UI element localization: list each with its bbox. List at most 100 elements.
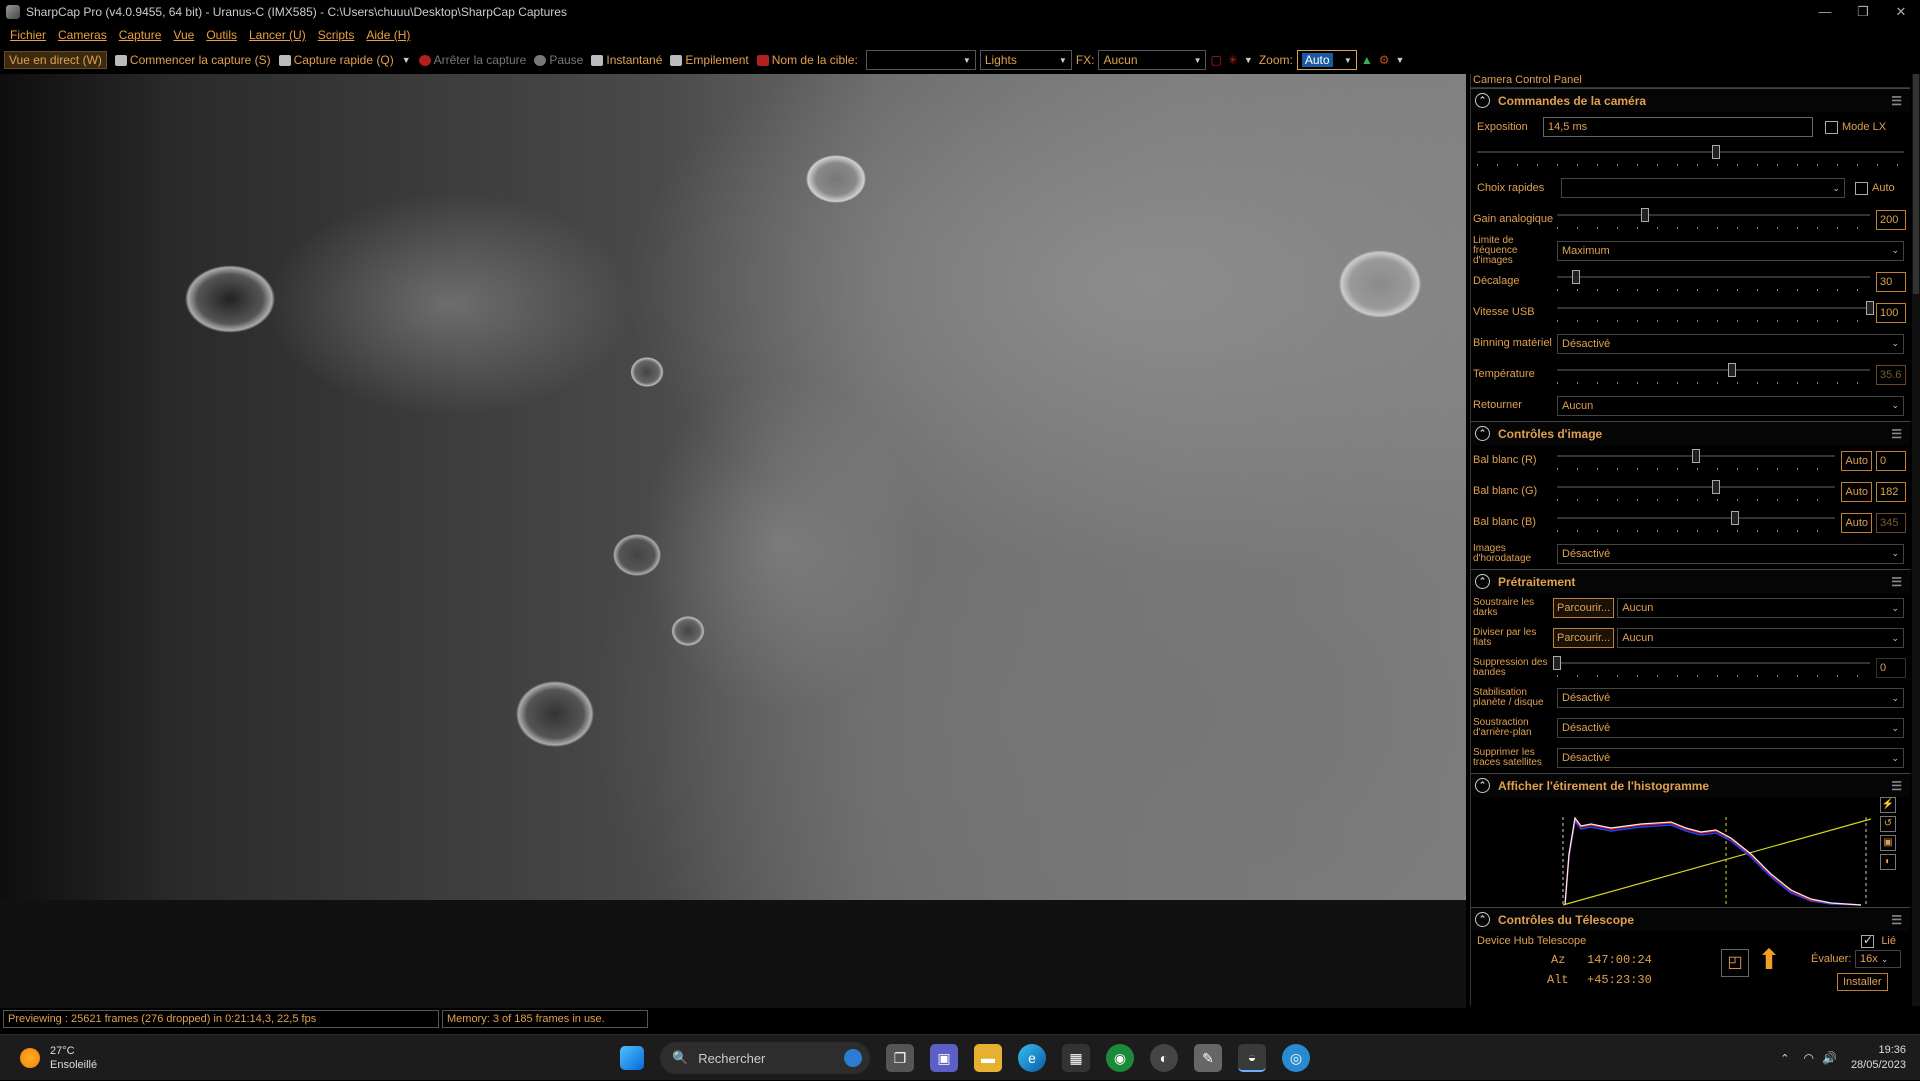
browse-flats-button[interactable]: Parcourir... — [1553, 628, 1615, 648]
hamburger-menu-icon[interactable]: ☰ — [1891, 94, 1902, 108]
fps-limit-select[interactable]: Maximum ⌄ — [1557, 240, 1904, 261]
collapse-chevron-icon[interactable]: ⌃ — [1475, 426, 1490, 441]
task-view-icon[interactable]: ❐ — [886, 1044, 914, 1072]
close-button[interactable]: ✕ — [1882, 0, 1920, 23]
microsoft-store-icon[interactable]: ▦ — [1062, 1044, 1090, 1072]
histogram-icon[interactable]: ▲ — [1361, 53, 1373, 67]
menu-cameras[interactable]: Cameras — [58, 28, 107, 42]
wb-red-value[interactable]: 0 — [1876, 450, 1906, 471]
maximize-button[interactable]: ❐ — [1844, 0, 1882, 23]
snapshot-button[interactable]: Instantané — [591, 53, 662, 67]
image-viewport[interactable] — [0, 74, 1466, 900]
histogram-stretch[interactable]: ⚡ ↺ ▣ ◐ — [1471, 797, 1910, 907]
histogram-plot[interactable] — [1561, 797, 1871, 907]
offset-value[interactable]: 30 — [1876, 271, 1906, 292]
hamburger-menu-icon[interactable]: ☰ — [1891, 575, 1902, 589]
stacking-button[interactable]: Empilement — [670, 53, 749, 67]
gain-value[interactable]: 200 — [1876, 209, 1906, 230]
edge-icon[interactable]: e — [1018, 1044, 1046, 1072]
hamburger-menu-icon[interactable]: ☰ — [1891, 427, 1902, 441]
flats-select[interactable]: Aucun ⌄ — [1617, 628, 1904, 648]
lx-mode-checkbox[interactable] — [1825, 120, 1838, 134]
collapse-chevron-icon[interactable]: ⌃ — [1475, 93, 1490, 108]
rate-select[interactable]: 16x ⌄ — [1855, 950, 1901, 968]
install-button[interactable]: Installer — [1837, 973, 1888, 991]
section-header-camera-controls[interactable]: ⌃ Commandes de la caméra ☰ — [1471, 88, 1910, 112]
collapse-chevron-icon[interactable]: ⌃ — [1475, 778, 1490, 793]
quick-capture-button[interactable]: Capture rapide (Q) ▼ — [278, 53, 411, 67]
chevron-down-icon[interactable]: ▼ — [1244, 55, 1253, 65]
section-header-preprocessing[interactable]: ⌃ Prétraitement ☰ — [1471, 569, 1910, 593]
menu-vue[interactable]: Vue — [173, 28, 194, 42]
auto-checkbox[interactable] — [1855, 181, 1868, 195]
darks-select[interactable]: Aucun ⌄ — [1617, 598, 1904, 618]
start-capture-button[interactable]: Commencer la capture (S) — [114, 53, 271, 67]
settings-icon[interactable]: ⚙ — [1379, 53, 1390, 67]
wb-blue-value[interactable]: 345 — [1876, 512, 1906, 533]
usb-speed-slider[interactable] — [1557, 300, 1874, 325]
stop-slew-icon[interactable]: ◰ — [1721, 949, 1749, 977]
frame-type-select[interactable]: Lights ▼ — [979, 50, 1072, 70]
section-header-telescope[interactable]: ⌃ Contrôles du Télescope ☰ — [1471, 907, 1910, 931]
wifi-icon[interactable]: ◠ — [1804, 1051, 1814, 1065]
fx-select[interactable]: Aucun ▼ — [1098, 50, 1207, 70]
chevron-up-icon[interactable]: ⌃ — [1780, 1052, 1789, 1065]
quick-picks-select[interactable]: ⌄ — [1561, 178, 1845, 198]
chevron-down-icon[interactable]: ▼ — [402, 55, 411, 65]
collapse-chevron-icon[interactable]: ⌃ — [1475, 574, 1490, 589]
section-header-image-controls[interactable]: ⌃ Contrôles d'image ☰ — [1471, 421, 1910, 445]
timestamp-select[interactable]: Désactivé ⌄ — [1557, 543, 1904, 564]
offset-slider[interactable] — [1557, 269, 1870, 294]
wb-red-slider[interactable] — [1557, 448, 1836, 473]
weather-widget[interactable]: 27°C Ensoleillé — [20, 1044, 97, 1072]
wb-green-slider[interactable] — [1557, 479, 1836, 504]
wb-blue-slider[interactable] — [1557, 510, 1836, 535]
stabilization-select[interactable]: Désactivé ⌄ — [1557, 688, 1904, 708]
reticle-icon[interactable]: ▢ — [1210, 53, 1221, 67]
arrow-up-icon[interactable]: ⬆ — [1753, 945, 1785, 977]
minimize-button[interactable]: — — [1806, 0, 1844, 23]
app-green-icon[interactable]: ◉ — [1106, 1044, 1134, 1072]
menu-scripts[interactable]: Scripts — [318, 28, 355, 42]
stop-capture-button[interactable]: Arrêter la capture — [418, 53, 526, 67]
binning-select[interactable]: Désactivé ⌄ — [1557, 333, 1904, 354]
scrollbar-thumb[interactable] — [1913, 74, 1919, 294]
sharpcap-taskbar-icon[interactable]: ◒ — [1238, 1044, 1266, 1072]
wb-red-auto-button[interactable]: Auto — [1841, 450, 1872, 471]
menu-capture[interactable]: Capture — [119, 28, 162, 42]
menu-outils[interactable]: Outils — [206, 28, 237, 42]
wb-blue-auto-button[interactable]: Auto — [1841, 512, 1872, 533]
hamburger-menu-icon[interactable]: ☰ — [1891, 913, 1902, 927]
usb-speed-value[interactable]: 100 — [1876, 302, 1906, 323]
banding-suppression-value[interactable]: 0 — [1876, 658, 1906, 678]
app-blue-icon[interactable]: ◎ — [1282, 1044, 1310, 1072]
teams-icon[interactable]: ▣ — [930, 1044, 958, 1072]
crosshair-icon[interactable]: ✳ — [1228, 53, 1238, 67]
app-dark-icon[interactable]: ◐ — [1150, 1044, 1178, 1072]
banding-suppression-slider[interactable] — [1553, 656, 1870, 680]
hamburger-menu-icon[interactable]: ☰ — [1891, 779, 1902, 793]
satellite-trail-select[interactable]: Désactivé ⌄ — [1557, 748, 1904, 768]
browse-darks-button[interactable]: Parcourir... — [1553, 598, 1615, 618]
file-explorer-icon[interactable]: ▬ — [974, 1044, 1002, 1072]
flip-select[interactable]: Aucun ⌄ — [1557, 395, 1904, 416]
menu-aide[interactable]: Aide (H) — [366, 28, 410, 42]
background-subtraction-select[interactable]: Désactivé ⌄ — [1557, 718, 1904, 738]
menu-lancer[interactable]: Lancer (U) — [249, 28, 306, 42]
exposure-input[interactable]: 14,5 ms — [1543, 117, 1813, 137]
pause-button[interactable]: Pause — [534, 53, 583, 67]
taskbar-search[interactable]: 🔍 Rechercher — [660, 1042, 870, 1074]
linked-checkbox[interactable] — [1861, 933, 1874, 948]
panel-scrollbar[interactable] — [1912, 74, 1920, 1006]
reset-icon[interactable]: ↺ — [1880, 816, 1896, 832]
live-view-button[interactable]: Vue en direct (W) — [4, 51, 107, 69]
auto-stretch-icon[interactable]: ⚡ — [1880, 797, 1896, 813]
app-pen-icon[interactable]: ✎ — [1194, 1044, 1222, 1072]
collapse-chevron-icon[interactable]: ⌃ — [1475, 912, 1490, 927]
wb-green-auto-button[interactable]: Auto — [1841, 481, 1872, 502]
chevron-down-icon[interactable]: ▼ — [1395, 55, 1404, 65]
target-name-select[interactable]: ▼ — [865, 50, 976, 70]
menu-fichier[interactable]: Fichier — [10, 28, 46, 42]
wb-green-value[interactable]: 182 — [1876, 481, 1906, 502]
windows-start-icon[interactable] — [620, 1046, 644, 1070]
